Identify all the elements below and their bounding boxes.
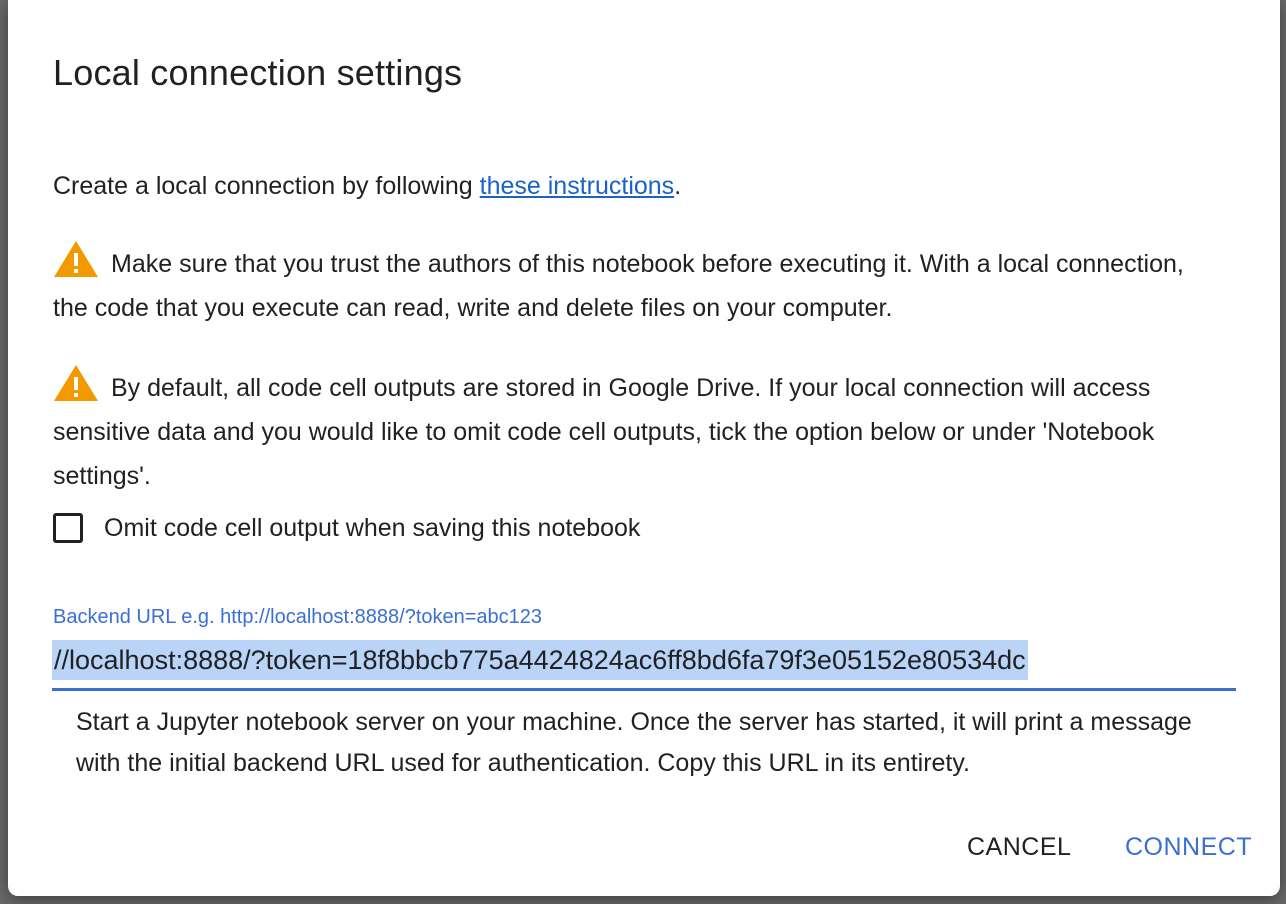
intro-prefix: Create a local connection by following [53,172,480,200]
intro-text: Create a local connection by following t… [53,164,1203,208]
backend-url-label: Backend URL e.g. http://localhost:8888/?… [53,606,543,628]
local-connection-dialog: Local connection settings Create a local… [8,0,1280,896]
instructions-link[interactable]: these instructions [480,172,675,200]
trust-warning: Make sure that you trust the authors of … [53,240,1203,330]
backend-url-input[interactable]: //localhost:8888/?token=18f8bbcb775a4424… [52,640,1236,691]
omit-output-checkbox[interactable] [53,513,83,543]
omit-output-option[interactable]: Omit code cell output when saving this n… [53,508,640,548]
dialog-title: Local connection settings [53,52,463,93]
backend-url-value[interactable]: //localhost:8888/?token=18f8bbcb775a4424… [52,640,1028,680]
warning-icon [53,364,99,402]
omit-output-label[interactable]: Omit code cell output when saving this n… [104,514,640,543]
cancel-button[interactable]: CANCEL [967,824,1071,870]
warning-icon [53,240,99,278]
drive-warning: By default, all code cell outputs are st… [53,364,1203,498]
backend-url-helper-text: Start a Jupyter notebook server on your … [76,708,1192,777]
intro-suffix: . [674,172,682,200]
connect-button[interactable]: CONNECT [1125,824,1252,870]
trust-warning-text: Make sure that you trust the authors of … [53,250,1184,322]
drive-warning-text: By default, all code cell outputs are st… [53,374,1155,490]
